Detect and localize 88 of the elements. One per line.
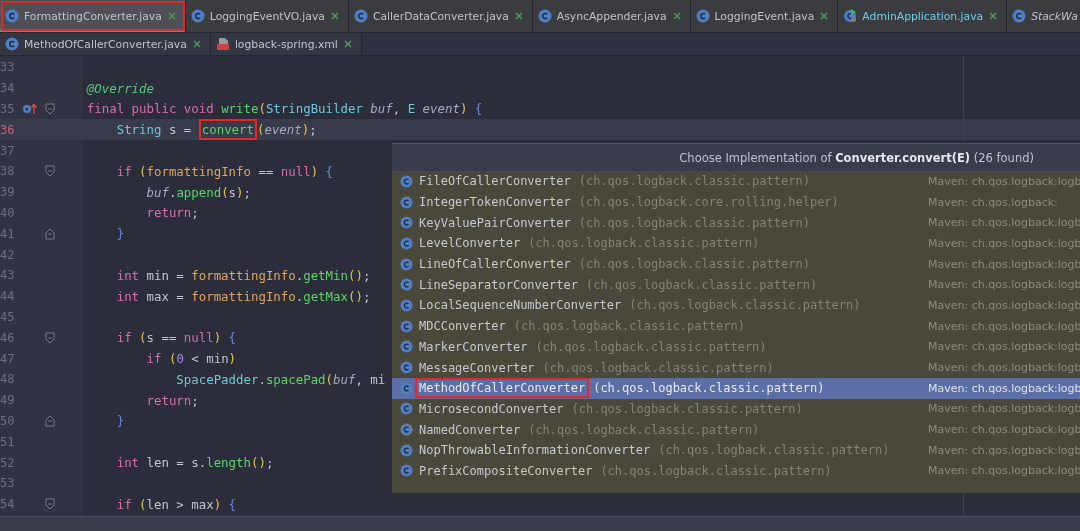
code-line: SpacePadder.spacePad(buf, mi (175, 371, 386, 387)
code-line: if (formattingInfo == null) { (115, 163, 334, 179)
class-file-icon (1012, 9, 1027, 23)
editor-tab[interactable]: AdminApplication.java (838, 0, 1008, 32)
code-line: @Override (85, 80, 154, 96)
class-icon (400, 298, 413, 312)
line-number: 44 (0, 289, 16, 304)
code-line: return; (145, 205, 199, 221)
class-file-icon (5, 9, 19, 23)
class-icon (400, 381, 413, 395)
code-line: String s = convert (event); (57, 122, 317, 138)
editor-tab[interactable]: AsyncAppender.java (532, 0, 691, 32)
close-icon[interactable] (988, 11, 999, 21)
class-icon (400, 402, 413, 416)
editor-tab[interactable]: MethodOfCallerConverter.java (0, 33, 211, 55)
code-line: if (0 < min) (145, 351, 237, 367)
popup-title: Choose Implementation of Converter.convert(E) (26 found) (392, 144, 1080, 171)
code-line: if (len > max) { (115, 496, 237, 512)
fold-icon[interactable] (45, 165, 55, 178)
implements-gutter-icon[interactable] (22, 103, 38, 115)
line-number: 51 (0, 434, 16, 449)
close-icon[interactable] (342, 39, 353, 49)
class-icon (400, 174, 413, 188)
xml-file-icon (215, 37, 230, 51)
line-number: 33 (0, 60, 16, 75)
editor-tab[interactable]: logback-spring.xml (210, 33, 362, 55)
editor-tab[interactable]: CallerDataConverter.java (348, 0, 533, 32)
line-number: 38 (0, 164, 16, 179)
fold-icon[interactable] (45, 331, 55, 344)
code-line: return; (145, 392, 199, 408)
class-icon (400, 195, 413, 209)
line-number: 46 (0, 330, 16, 345)
line-number: 47 (0, 351, 16, 366)
code-line: buf.append(s); (145, 184, 251, 200)
code-line: int max = formattingInfo.getMax(); (115, 288, 371, 304)
class-file-icon (695, 9, 710, 23)
line-number: 37 (0, 143, 16, 158)
line-number: 53 (0, 476, 16, 491)
fold-icon[interactable] (45, 227, 55, 240)
close-icon[interactable] (166, 11, 177, 21)
class-file-icon (353, 9, 368, 23)
line-number: 34 (0, 81, 16, 96)
class-icon (400, 340, 413, 354)
code-line: int min = formattingInfo.getMin(); (115, 267, 371, 283)
close-icon[interactable] (191, 39, 202, 49)
code-line: final public void write(StringBuilder buf, E event) { (85, 101, 483, 117)
line-number: 48 (0, 372, 16, 387)
line-number: 45 (0, 309, 16, 324)
code-line: if (s == null) { (115, 330, 237, 346)
line-number: 54 (0, 497, 16, 512)
class-icon (400, 257, 413, 271)
class-icon (400, 236, 413, 250)
class-icon (400, 278, 413, 292)
fold-icon[interactable] (45, 103, 55, 115)
close-icon[interactable] (671, 11, 682, 21)
line-number: 52 (0, 455, 16, 470)
class-file-icon (5, 37, 19, 51)
editor-tab[interactable]: FormattingConverter.java (0, 0, 186, 32)
class-icon (400, 319, 413, 333)
editor-tab[interactable]: LoggingEvent.java (690, 0, 839, 32)
fold-icon[interactable] (45, 414, 55, 427)
class-icon (400, 443, 413, 457)
class-file-icon (190, 9, 205, 23)
line-number: 49 (0, 393, 16, 408)
line-number: 35 (0, 102, 16, 116)
code-line: } (115, 226, 125, 242)
run-class-file-icon (843, 9, 858, 23)
class-icon (400, 216, 413, 230)
line-number: 50 (0, 413, 16, 428)
editor-tab[interactable]: StackWa (1007, 0, 1080, 32)
class-icon (400, 464, 413, 478)
abstract-class-icon (400, 423, 413, 437)
class-file-icon (537, 9, 552, 23)
editor-tab[interactable]: LoggingEventVO.java (185, 0, 349, 32)
line-number: 42 (0, 247, 16, 262)
line-number: 40 (0, 205, 16, 220)
close-icon[interactable] (329, 11, 340, 21)
line-number: 36 (0, 122, 16, 137)
close-icon[interactable] (819, 11, 830, 21)
code-line: } (115, 413, 125, 429)
class-icon (400, 361, 413, 375)
implementation-item[interactable]: IntegerTokenConverter (ch.qos.logback.core.rolling.helper) Maven: ch.qos.logback: (392, 191, 1080, 213)
code-line: int len = s.length(); (115, 455, 274, 471)
line-number: 41 (0, 226, 16, 241)
fold-icon[interactable] (45, 498, 55, 511)
line-number: 43 (0, 268, 16, 283)
line-number: 39 (0, 185, 16, 200)
close-icon[interactable] (513, 11, 524, 21)
